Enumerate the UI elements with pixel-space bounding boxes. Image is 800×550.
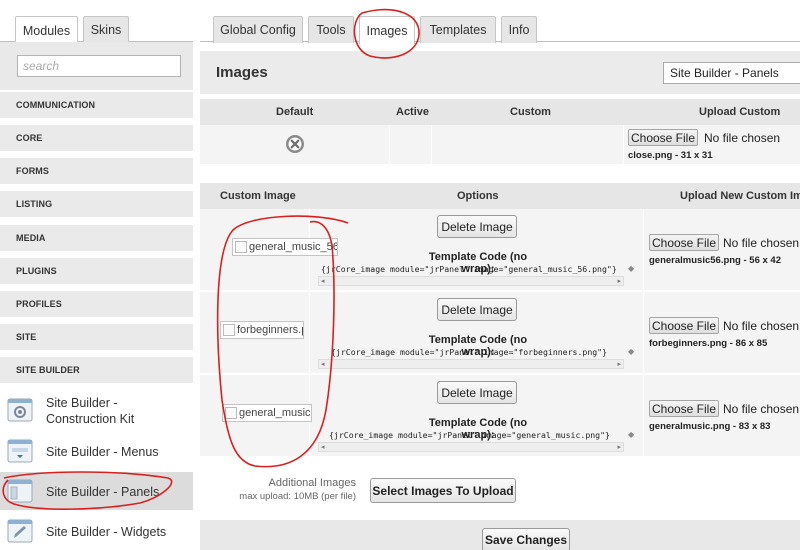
- category-site-builder[interactable]: SITE BUILDER: [0, 357, 193, 383]
- resize-handle-icon: ◆: [628, 430, 635, 439]
- category-profiles[interactable]: PROFILES: [0, 291, 193, 317]
- broken-image-icon: [235, 241, 247, 253]
- code-scrollbar[interactable]: ◂ ▸: [318, 442, 624, 452]
- main-panel: Global Config Tools Images Templates Inf…: [200, 0, 800, 550]
- tab-tools[interactable]: Tools: [308, 16, 354, 43]
- module-label: Site Builder - Widgets: [46, 525, 167, 539]
- resize-handle-icon: ◆: [628, 264, 635, 273]
- table-row: general_music.p Delete Image Template Co…: [200, 375, 800, 457]
- custom-table-header: Custom Image Options Upload New Custom I…: [200, 183, 800, 209]
- choose-file-button[interactable]: Choose File: [649, 317, 719, 334]
- module-select[interactable]: Site Builder - Panels: [663, 62, 800, 84]
- tab-modules[interactable]: Modules: [15, 16, 78, 44]
- module-label-line2: Construction Kit: [46, 412, 135, 426]
- tab-info[interactable]: Info: [501, 16, 537, 43]
- image-alt-text: forbeginners.p: [237, 324, 304, 336]
- gear-icon: [7, 398, 33, 422]
- cell-active: [390, 125, 432, 164]
- module-item-menus[interactable]: Site Builder - Menus: [0, 432, 193, 470]
- col-custom-image: Custom Image: [220, 190, 296, 202]
- choose-file-button[interactable]: Choose File: [649, 234, 719, 251]
- file-info: close.png - 31 x 31: [628, 150, 713, 161]
- broken-image-icon: [223, 324, 235, 336]
- tab-skins[interactable]: Skins: [83, 16, 129, 43]
- table-row: general_music_56.p Delete Image Template…: [200, 209, 800, 291]
- template-code[interactable]: {jrCore_image module="jrPanel" image="fo…: [331, 347, 607, 357]
- tab-images[interactable]: Images: [359, 16, 415, 44]
- choose-file-button[interactable]: Choose File: [628, 129, 698, 146]
- additional-images-title: Additional Images: [268, 477, 356, 489]
- search-area: [0, 42, 193, 90]
- col-upload-custom: Upload Custom: [699, 106, 781, 118]
- template-code[interactable]: {jrCore_image module="jrPanel" image="ge…: [321, 264, 617, 274]
- module-item-widgets[interactable]: Site Builder - Widgets: [0, 512, 193, 550]
- module-label: Site Builder - Menus: [46, 445, 159, 459]
- col-upload-new: Upload New Custom Im: [680, 190, 800, 202]
- file-info: generalmusic.png - 83 x 83: [649, 421, 771, 432]
- delete-image-button[interactable]: Delete Image: [437, 298, 517, 321]
- col-custom: Custom: [510, 106, 551, 118]
- code-scrollbar[interactable]: ◂ ▸: [318, 359, 624, 369]
- default-table-header: Default Active Custom Upload Custom: [200, 99, 800, 125]
- panels-window-icon: [7, 479, 33, 503]
- default-table-row: Choose File No file chosen close.png - 3…: [200, 125, 800, 165]
- category-communication[interactable]: COMMUNICATION: [0, 92, 193, 118]
- title-bar: Images Site Builder - Panels: [200, 51, 800, 94]
- select-images-button[interactable]: Select Images To Upload: [370, 478, 516, 503]
- category-media[interactable]: MEDIA: [0, 225, 193, 251]
- category-plugins[interactable]: PLUGINS: [0, 258, 193, 284]
- no-file-label: No file chosen: [723, 402, 800, 416]
- col-default: Default: [276, 106, 314, 118]
- main-tabbar: Global Config Tools Images Templates Inf…: [200, 0, 800, 44]
- cell-custom: [432, 125, 624, 164]
- module-label-line1: Site Builder -: [46, 396, 118, 410]
- col-options: Options: [457, 190, 499, 202]
- additional-images-label: Additional Images max upload: 10MB (per …: [220, 476, 356, 504]
- file-info: generalmusic56.png - 56 x 42: [649, 255, 782, 266]
- col-active: Active: [396, 106, 430, 118]
- search-input[interactable]: [17, 55, 181, 77]
- delete-image-button[interactable]: Delete Image: [437, 381, 517, 404]
- table-row: forbeginners.p Delete Image Template Cod…: [200, 292, 800, 374]
- resize-handle-icon: ◆: [628, 347, 635, 356]
- broken-image: forbeginners.p: [220, 321, 304, 339]
- category-listing[interactable]: LISTING: [0, 191, 193, 217]
- sidebar: Modules Skins COMMUNICATION CORE FORMS L…: [0, 0, 193, 550]
- category-site[interactable]: SITE: [0, 324, 193, 350]
- cell-default: [200, 125, 390, 164]
- file-info: forbeginners.png - 86 x 85: [649, 338, 768, 349]
- edit-window-icon: [7, 519, 33, 543]
- category-core[interactable]: CORE: [0, 125, 193, 151]
- close-circle-icon: [286, 135, 304, 153]
- module-item-panels[interactable]: Site Builder - Panels: [0, 472, 193, 510]
- broken-image-icon: [225, 407, 237, 419]
- no-file-label: No file chosen: [704, 131, 781, 145]
- broken-image: general_music.p: [222, 404, 312, 422]
- page-title: Images: [216, 64, 268, 81]
- save-bar: Save Changes: [200, 520, 800, 550]
- tab-global-config[interactable]: Global Config: [213, 16, 303, 43]
- no-file-label: No file chosen: [723, 236, 800, 250]
- module-item-construction-kit[interactable]: Site Builder - Construction Kit: [0, 390, 193, 430]
- category-forms[interactable]: FORMS: [0, 158, 193, 184]
- sidebar-tabbar: Modules Skins: [0, 0, 193, 44]
- delete-image-button[interactable]: Delete Image: [437, 215, 517, 238]
- template-code[interactable]: {jrCore_image module="jrPanel" image="ge…: [329, 430, 610, 440]
- choose-file-button[interactable]: Choose File: [649, 400, 719, 417]
- menu-window-icon: [7, 439, 33, 463]
- code-scrollbar[interactable]: ◂ ▸: [318, 276, 624, 286]
- module-label: Site Builder - Panels: [46, 485, 160, 499]
- no-file-label: No file chosen: [723, 319, 800, 333]
- image-alt-text: general_music.p: [239, 407, 312, 419]
- tab-templates[interactable]: Templates: [420, 16, 496, 43]
- save-changes-button[interactable]: Save Changes: [482, 528, 570, 550]
- max-upload-note: max upload: 10MB (per file): [239, 491, 356, 502]
